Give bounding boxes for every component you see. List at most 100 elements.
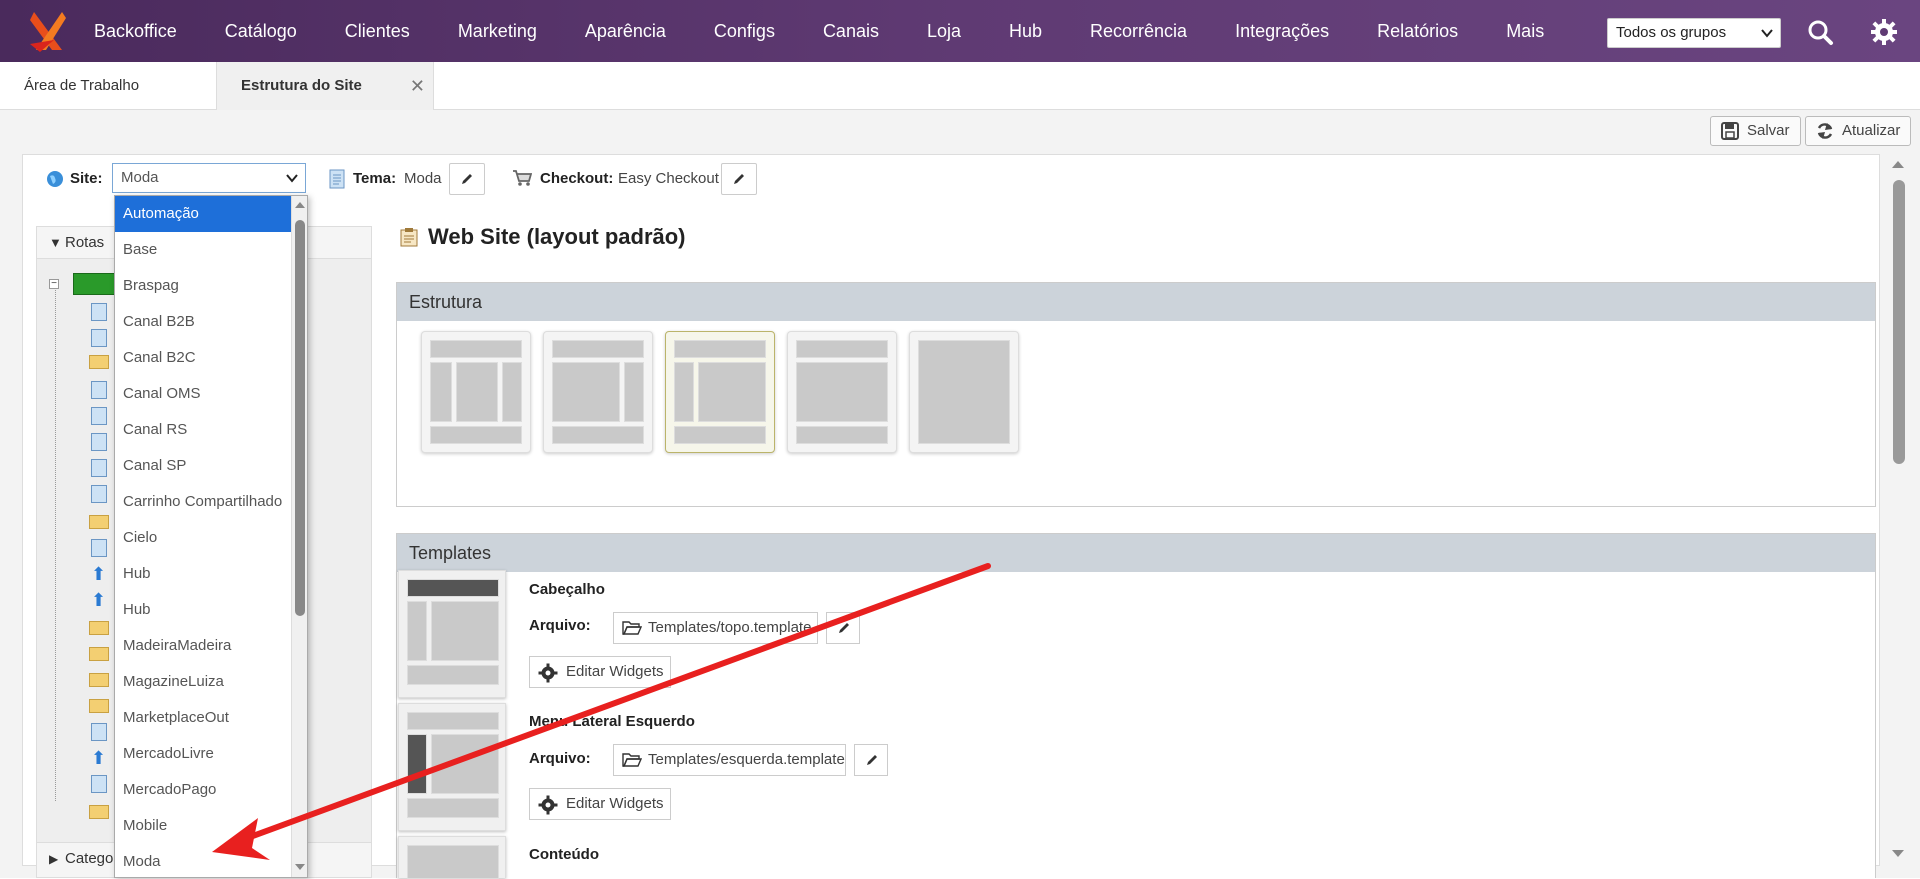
dropdown-option[interactable]: Base (115, 232, 307, 268)
dropdown-option[interactable]: Hub (115, 556, 307, 592)
page-icon[interactable] (91, 381, 107, 399)
template-file-field[interactable]: Templates/topo.template (613, 612, 818, 644)
site-select[interactable]: Moda (112, 163, 306, 193)
nav-item-hub[interactable]: Hub (985, 0, 1066, 62)
folder-icon[interactable] (89, 673, 109, 687)
tab-area-de-trabalho[interactable]: Área de Trabalho (0, 62, 163, 110)
redirect-arrow-icon[interactable]: ⬆ (91, 749, 107, 767)
dropdown-option[interactable]: Canal SP (115, 448, 307, 484)
nav-item-relatorios[interactable]: Relatórios (1353, 0, 1482, 62)
refresh-button[interactable]: Atualizar (1805, 116, 1912, 146)
scroll-up-icon[interactable] (1890, 158, 1906, 170)
template-file-field[interactable]: Templates/esquerda.template (613, 744, 846, 776)
page-icon[interactable] (91, 723, 107, 741)
gear-icon[interactable] (1870, 18, 1898, 46)
dropdown-option[interactable]: Cielo (115, 520, 307, 556)
group-select[interactable]: Todos os grupos (1607, 18, 1781, 48)
page-icon[interactable] (91, 303, 107, 321)
folder-icon[interactable] (89, 621, 109, 635)
templates-section: Templates (396, 533, 1876, 878)
dropdown-option[interactable]: Hub (115, 592, 307, 628)
nav-item-backoffice[interactable]: Backoffice (78, 0, 201, 62)
layout-block (918, 340, 1010, 444)
edit-checkout-button[interactable] (721, 163, 757, 195)
page-icon[interactable] (91, 459, 107, 477)
page-scrollbar[interactable] (1888, 154, 1908, 866)
folder-icon[interactable] (89, 699, 109, 713)
nav-item-canais[interactable]: Canais (799, 0, 903, 62)
scroll-up-icon[interactable] (294, 200, 306, 210)
nav-item-recorrencia[interactable]: Recorrência (1066, 0, 1211, 62)
refresh-label: Atualizar (1842, 122, 1901, 139)
dropdown-option[interactable]: MadeiraMadeira (115, 628, 307, 664)
layout-option-full[interactable] (787, 331, 897, 453)
redirect-arrow-icon[interactable]: ⬆ (91, 565, 107, 583)
folder-icon[interactable] (89, 355, 109, 369)
template-file-path: Templates/topo.template (648, 619, 812, 636)
folder-icon[interactable] (89, 647, 109, 661)
nav-item-integracoes[interactable]: Integrações (1211, 0, 1353, 62)
search-icon[interactable] (1806, 18, 1834, 46)
layout-block (796, 340, 888, 358)
nav-item-aparencia[interactable]: Aparência (561, 0, 690, 62)
site-dropdown-list: Automação Base Braspag Canal B2B Canal B… (114, 195, 308, 878)
folder-icon[interactable] (89, 805, 109, 819)
dropdown-option[interactable]: Automação (115, 196, 307, 232)
layout-block (674, 426, 766, 444)
routes-title: Rotas (65, 234, 105, 251)
pencil-icon (462, 174, 472, 184)
redirect-arrow-icon[interactable]: ⬆ (91, 591, 107, 609)
layout-option-3col[interactable] (421, 331, 531, 453)
tab-estrutura-do-site[interactable]: Estrutura do Site ✕ (216, 62, 434, 110)
edit-theme-button[interactable] (449, 163, 485, 195)
dropdown-option[interactable]: Carrinho Compartilhado (115, 484, 307, 520)
nav-item-marketing[interactable]: Marketing (434, 0, 561, 62)
layout-option-blank[interactable] (909, 331, 1019, 453)
dropdown-option[interactable]: Canal B2C (115, 340, 307, 376)
page-icon[interactable] (91, 329, 107, 347)
close-icon[interactable]: ✕ (410, 62, 425, 110)
page-icon[interactable] (91, 539, 107, 557)
dropdown-option[interactable]: Canal B2B (115, 304, 307, 340)
collapse-toggle[interactable]: − (49, 279, 59, 289)
save-button[interactable]: Salvar (1710, 116, 1801, 146)
page-title-text: Web Site (layout padrão) (428, 224, 686, 249)
dropdown-scrollbar[interactable] (291, 196, 307, 877)
scroll-down-icon[interactable] (1890, 848, 1906, 860)
pencil-icon (839, 623, 849, 633)
layout-block (407, 601, 427, 661)
edit-widgets-button[interactable]: Editar Widgets (529, 788, 671, 820)
dropdown-option[interactable]: MercadoPago (115, 772, 307, 808)
nav-item-catalogo[interactable]: Catálogo (201, 0, 321, 62)
edit-file-button[interactable] (826, 612, 860, 644)
dropdown-option[interactable]: Canal RS (115, 412, 307, 448)
dropdown-option[interactable]: Moda (115, 844, 307, 877)
dropdown-option[interactable]: MagazineLuiza (115, 664, 307, 700)
clipboard-icon (400, 228, 418, 247)
layout-block (407, 845, 499, 879)
dropdown-option[interactable]: Canal OMS (115, 376, 307, 412)
dropdown-option[interactable]: MercadoLivre (115, 736, 307, 772)
page-icon[interactable] (91, 485, 107, 503)
scrollbar-thumb[interactable] (1893, 180, 1905, 464)
brand-logo-icon[interactable] (28, 10, 68, 52)
nav-item-clientes[interactable]: Clientes (321, 0, 434, 62)
page-icon[interactable] (91, 433, 107, 451)
nav-item-configs[interactable]: Configs (690, 0, 799, 62)
scroll-down-icon[interactable] (294, 862, 306, 872)
edit-widgets-button[interactable]: Editar Widgets (529, 656, 671, 688)
dropdown-option[interactable]: MarketplaceOut (115, 700, 307, 736)
dropdown-option[interactable]: Braspag (115, 268, 307, 304)
scrollbar-thumb[interactable] (295, 220, 305, 616)
nav-item-mais[interactable]: Mais (1482, 0, 1568, 62)
layout-block (407, 712, 499, 730)
folder-icon[interactable] (89, 515, 109, 529)
layout-option-left-sidebar[interactable] (665, 331, 775, 453)
edit-file-button[interactable] (854, 744, 888, 776)
layout-option-right-sidebar[interactable] (543, 331, 653, 453)
page-icon[interactable] (91, 775, 107, 793)
page-icon[interactable] (91, 407, 107, 425)
dropdown-option[interactable]: Mobile (115, 808, 307, 844)
layout-block (698, 362, 766, 422)
nav-item-loja[interactable]: Loja (903, 0, 985, 62)
